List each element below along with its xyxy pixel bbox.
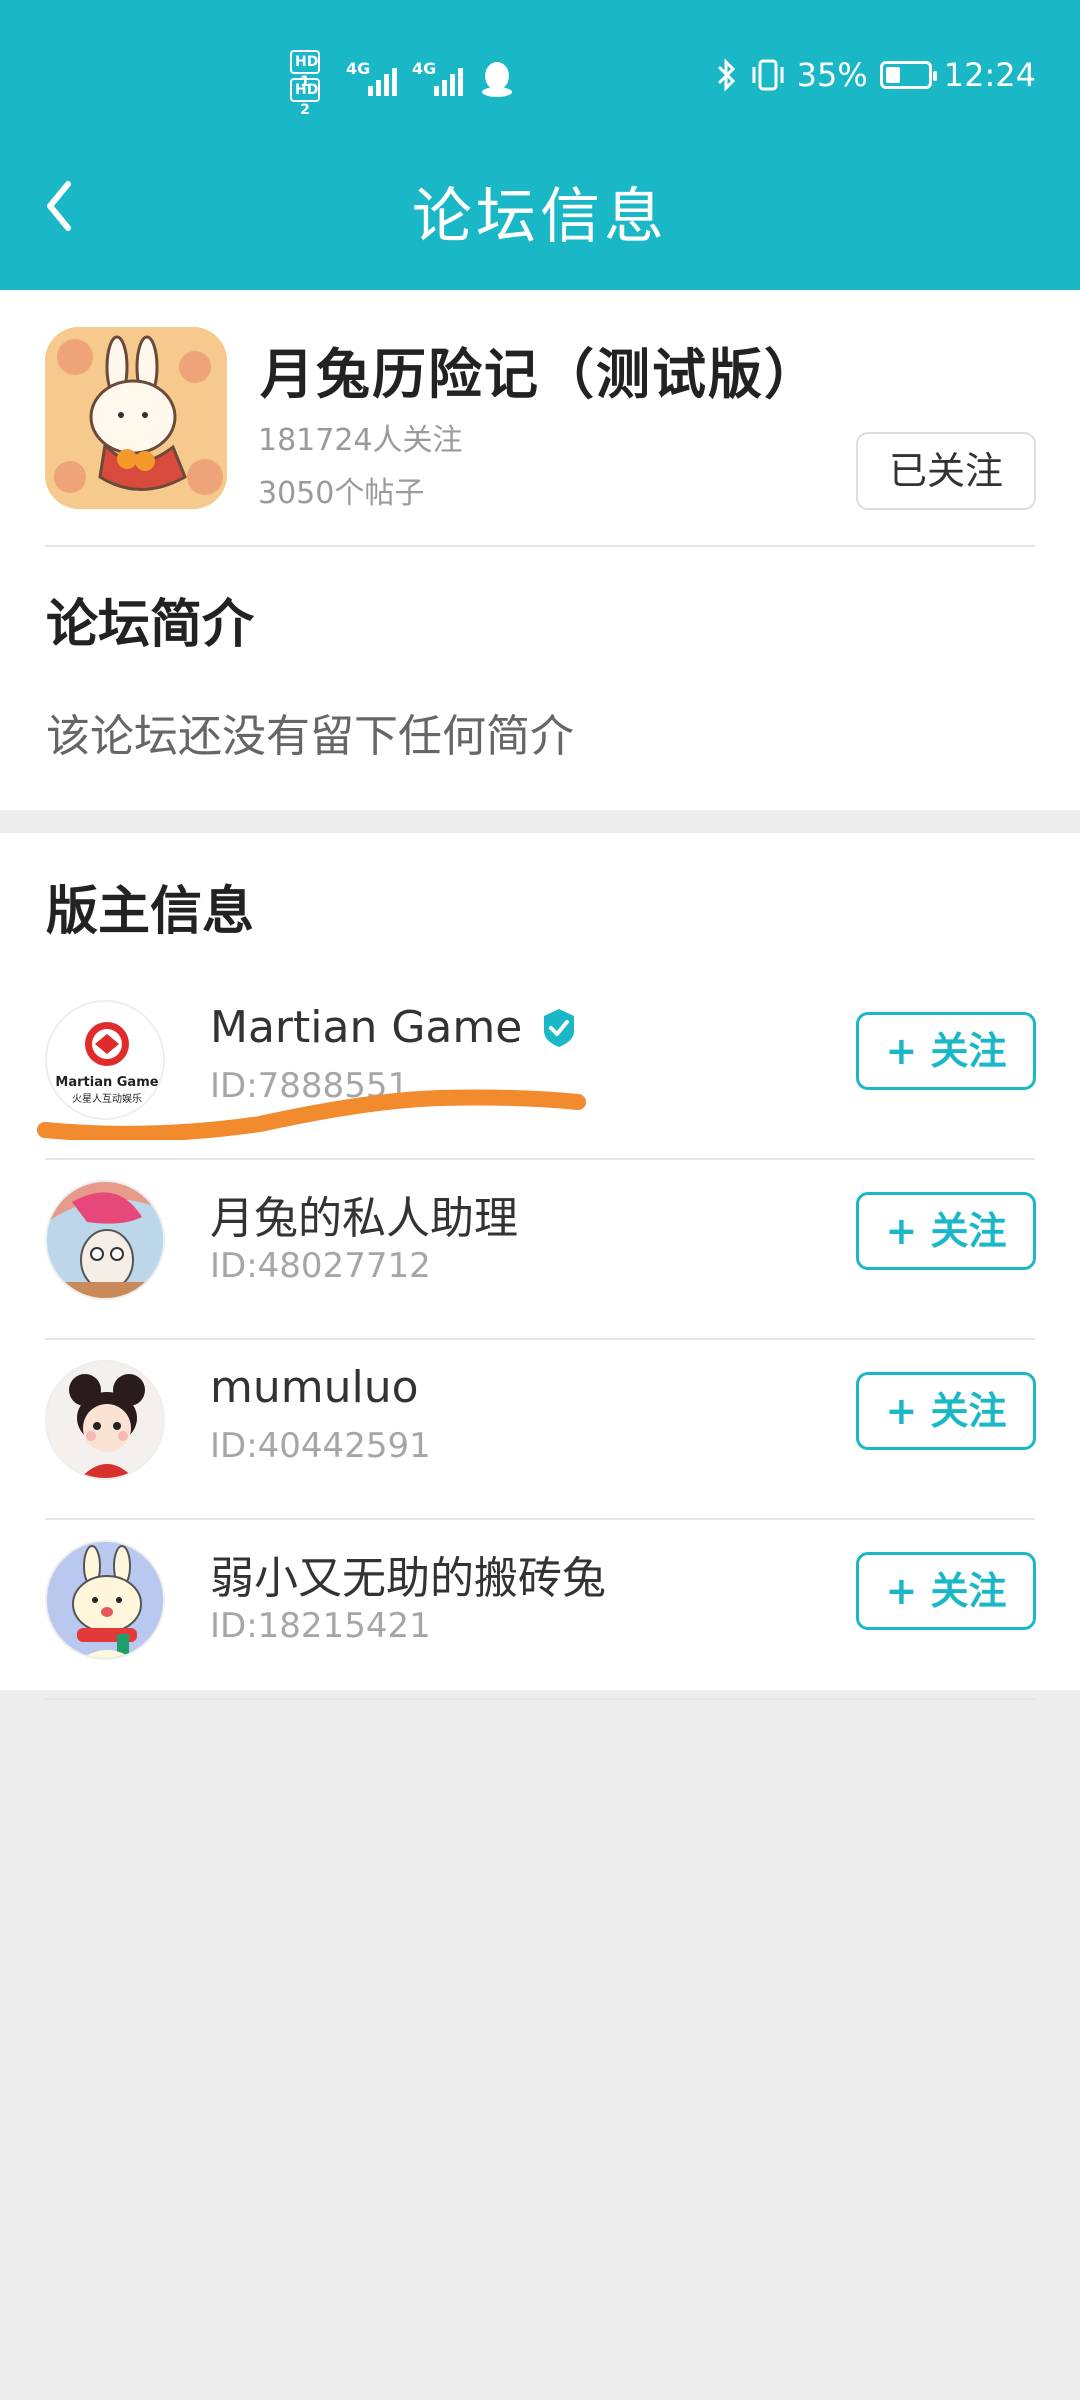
signal-1-icon: 4G <box>346 59 397 96</box>
moderator-name: 月兔的私人助理 <box>210 1193 518 1244</box>
moderator-id: ID:48027712 <box>210 1246 431 1286</box>
intro-title: 论坛简介 <box>46 595 255 655</box>
vibrate-icon <box>752 59 784 91</box>
moderator-row[interactable]: mumuluo ID:40442591 + 关注 <box>0 1340 1080 1520</box>
forum-posts: 3050个帖子 <box>258 476 425 511</box>
logo-text: Martian Game <box>55 1075 158 1090</box>
signal-2-icon: 4G <box>412 59 463 96</box>
moderator-id: ID:18215421 <box>210 1606 431 1646</box>
clock: 12:24 <box>943 56 1036 94</box>
divider <box>45 1698 1035 1700</box>
svg-text:4G: 4G <box>412 59 436 78</box>
followed-button[interactable]: 已关注 <box>856 432 1036 510</box>
follow-button[interactable]: + 关注 <box>856 1012 1036 1090</box>
avatar[interactable] <box>45 1360 165 1480</box>
page-title: 论坛信息 <box>412 182 668 252</box>
moderator-name: mumuluo <box>210 1362 419 1413</box>
moderator-id: ID:40442591 <box>210 1426 431 1466</box>
moderator-name: Martian Game <box>210 1002 523 1053</box>
follow-button[interactable]: + 关注 <box>856 1552 1036 1630</box>
bluetooth-icon <box>717 58 735 92</box>
logo-subtext: 火星人互动娱乐 <box>72 1092 142 1105</box>
intro-text: 该论坛还没有留下任何简介 <box>46 711 574 762</box>
avatar[interactable] <box>45 1540 165 1660</box>
forum-card: 月兔历险记（测试版） 181724人关注 3050个帖子 已关注 论坛简介 该论… <box>0 290 1080 810</box>
hd2-icon: HD 2 <box>290 78 320 118</box>
forum-name: 月兔历险记（测试版） <box>260 343 820 406</box>
hd1-icon: HD 1 <box>290 50 320 90</box>
sim-indicators: HD 1 HD 2 <box>290 50 320 118</box>
verified-badge-icon <box>544 1008 575 1047</box>
forum-followers: 181724人关注 <box>258 423 463 458</box>
battery-level <box>885 67 900 83</box>
moderators-card: 版主信息 Martian Game 火星人互动娱乐 Martian Game I… <box>0 833 1080 1700</box>
forum-app-icon[interactable] <box>45 327 227 509</box>
moderator-id: ID:7888551 <box>210 1066 410 1106</box>
avatar[interactable] <box>45 1180 165 1300</box>
avatar[interactable]: Martian Game 火星人互动娱乐 <box>45 1000 165 1120</box>
moderator-name-wrap: 月兔的私人助理 <box>210 1182 518 1246</box>
svg-text:4G: 4G <box>346 59 370 78</box>
divider <box>45 545 1035 547</box>
status-right: 35% 12:24 <box>715 56 1036 94</box>
moderator-row[interactable]: 月兔的私人助理 ID:48027712 + 关注 <box>0 1160 1080 1340</box>
moderator-name: 弱小又无助的搬砖兔 <box>210 1553 606 1604</box>
moderator-name-wrap: mumuluo <box>210 1362 419 1413</box>
battery-percent: 35% <box>796 56 868 94</box>
qq-icon <box>482 62 512 97</box>
moderator-name-wrap: Martian Game <box>210 1002 580 1053</box>
moderator-row[interactable]: 弱小又无助的搬砖兔 ID:18215421 + 关注 <box>0 1520 1080 1700</box>
moderator-row[interactable]: Martian Game 火星人互动娱乐 Martian Game ID:788… <box>0 980 1080 1160</box>
top-bar: HD 1 HD 2 4G 4G 35% 12:24 论坛信息 <box>0 0 1080 290</box>
follow-button[interactable]: + 关注 <box>856 1372 1036 1450</box>
moderators-title: 版主信息 <box>46 882 255 942</box>
follow-button[interactable]: + 关注 <box>856 1192 1036 1270</box>
battery-icon <box>879 61 937 89</box>
status-bar: HD 1 HD 2 4G 4G 35% 12:24 <box>0 0 1080 150</box>
moderator-name-wrap: 弱小又无助的搬砖兔 <box>210 1542 606 1606</box>
